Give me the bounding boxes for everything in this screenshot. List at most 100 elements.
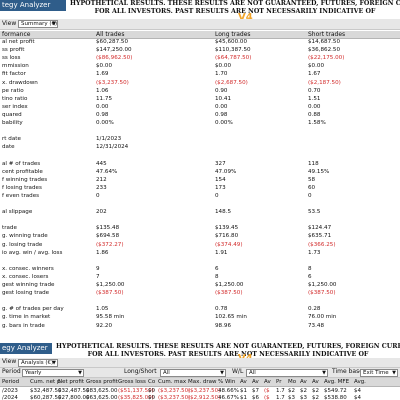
all-trades-value: ($3,237.50) <box>96 79 129 86</box>
long-trades-value: 327 <box>215 160 226 167</box>
metric-label: pe ratio <box>2 87 24 94</box>
long-trades-value: $1,250.00 <box>215 282 244 288</box>
perf-header-cell[interactable]: % Win <box>218 378 235 387</box>
perf-cell: 46.67% <box>218 395 239 400</box>
perf-header-cell[interactable]: Period <box>2 378 19 387</box>
perf-header-cell[interactable]: Av <box>252 378 259 387</box>
chevron-down-icon: ▼ <box>52 360 56 366</box>
table-row: f even trades 0 0 0 <box>0 193 400 200</box>
table-row: pe ratio 1.06 0.90 0.70 <box>0 88 400 95</box>
perf-header-cell[interactable]: Co <box>148 378 155 387</box>
all-trades-value: 0.00 <box>96 103 109 110</box>
perf-cell: 48.66% <box>218 388 239 394</box>
all-trades-value: ($86,962.50) <box>96 55 133 62</box>
long-trades-value: 0.00% <box>215 120 233 126</box>
table-row: rt date 1/1/2023 <box>0 136 400 143</box>
table-row: date 12/31/2024 <box>0 144 400 151</box>
long-trades-value: $139.45 <box>215 225 239 232</box>
summary-table-header: formance All trades Long trades Short tr… <box>0 31 400 39</box>
perf-header-cell[interactable]: Av <box>300 378 307 387</box>
metric-label: quared <box>2 111 22 118</box>
perf-header-cell[interactable]: Max. draw <box>188 378 217 387</box>
metric-label: f winning trades <box>2 176 48 183</box>
short-trades-value: $36,862.50 <box>308 47 341 54</box>
long-short-label: Long/Short <box>124 368 157 375</box>
long-trades-value: 1.70 <box>215 71 228 78</box>
table-row[interactable]: /2024 $60,287.50 $27,800.00 $63,625.00 ($35,… <box>0 395 400 400</box>
view-label: View <box>2 20 17 27</box>
perf-cell: ($ <box>264 395 270 400</box>
table-row: ser index 0.00 0.00 0.00 <box>0 104 400 111</box>
perf-header-cell[interactable]: Mo <box>288 378 296 387</box>
long-trades-value: ($64,787.50) <box>215 55 252 62</box>
short-trades-value: 76.00 min <box>308 314 337 321</box>
all-trades-value: 47.64% <box>96 168 118 175</box>
table-row: quared 0.98 0.98 0.88 <box>0 112 400 119</box>
long-trades-value: $45,600.00 <box>215 39 248 45</box>
table-row: al # of trades 445 327 118 <box>0 161 400 168</box>
all-trades-value: 1/1/2023 <box>96 136 122 143</box>
header-all-trades: All trades <box>96 31 125 38</box>
perf-header-cell[interactable]: Avg. <box>354 378 366 387</box>
table-row: al slippage 202 148.5 53.5 <box>0 209 400 216</box>
disclaimer-line-2: FOR ALL INVESTORS. PAST RESULTS ARE NOT … <box>94 8 376 15</box>
short-trades-value: 0.88 <box>308 111 321 118</box>
table-row: x. consec. winners 9 6 8 <box>0 266 400 273</box>
perf-header-cell[interactable]: Cum. net p <box>30 378 60 387</box>
perf-header-cell[interactable]: Av <box>240 378 247 387</box>
perf-cell: $1 <box>240 388 247 394</box>
short-trades-value: ($366.25) <box>308 241 336 248</box>
metric-label: ss loss <box>2 55 21 62</box>
metric-label: date <box>2 144 15 151</box>
perf-header-cell[interactable]: Net profit <box>58 378 84 387</box>
all-trades-value: 445 <box>96 160 107 167</box>
long-trades-value: 8 <box>215 273 219 280</box>
long-short-select[interactable]: All ▼ <box>160 369 226 377</box>
view-select[interactable]: Summary (€) ▼ <box>18 20 58 28</box>
perf-cell: ($2,912.50) <box>188 395 221 400</box>
view-label: View <box>2 358 17 365</box>
chevron-down-icon: ▼ <box>392 370 396 376</box>
period-select[interactable]: Yearly ▼ <box>22 369 84 377</box>
view-select[interactable]: Analysis (€) ▼ <box>18 359 58 367</box>
table-row[interactable]: /2023 $32,487.50 $32,487.50 $83,625.00 ($51,… <box>0 388 400 395</box>
win-loss-select[interactable]: All ▼ <box>246 369 328 377</box>
all-trades-value: 0.00% <box>96 120 114 126</box>
metric-label: gest losing trade <box>2 290 50 297</box>
table-row <box>0 217 400 224</box>
perf-header-cell[interactable]: Gross loss <box>118 378 146 387</box>
time-base-select[interactable]: Exit Time ▼ <box>360 369 398 377</box>
disclaimer-text: HYPOTHETICAL RESULTS. THESE RESULTS ARE … <box>70 0 400 16</box>
perf-cell: $4 <box>354 395 361 400</box>
perf-cell: $3 <box>300 395 307 400</box>
table-row: ss loss ($86,962.50) ($64,787.50) ($22,175.… <box>0 55 400 62</box>
long-trades-value: 0.98 <box>215 111 228 118</box>
perf-header-cell[interactable]: Avg. MFE <box>324 378 349 387</box>
perf-header-cell[interactable]: Av <box>312 378 319 387</box>
all-trades-value: ($387.50) <box>96 290 124 297</box>
table-row <box>0 298 400 305</box>
table-row: gest winning trade $1,250.00 $1,250.00 $1,2… <box>0 282 400 289</box>
perf-header-cell[interactable]: Cum. max <box>158 378 186 387</box>
perf-header-cell[interactable]: Gross profit <box>86 378 118 387</box>
metric-label: ser index <box>2 103 28 110</box>
perf-cell: $549.72 <box>324 388 347 394</box>
long-trades-value: ($374.49) <box>215 241 243 248</box>
short-trades-value: ($2,187.50) <box>308 79 341 86</box>
disclaimer-text: HYPOTHETICAL RESULTS. THESE RESULTS ARE … <box>56 343 400 359</box>
all-trades-value: 0 <box>96 192 100 199</box>
metric-label: g. winning trade <box>2 233 48 240</box>
table-row <box>0 201 400 208</box>
perf-header-cell[interactable]: Av <box>264 378 271 387</box>
all-trades-value: 0.98 <box>96 111 109 118</box>
long-trades-value: 148.5 <box>215 209 232 216</box>
short-trades-value: $635.71 <box>308 233 332 240</box>
perf-header-cell[interactable]: Pr <box>276 378 281 387</box>
all-trades-value: ($372.27) <box>96 241 124 248</box>
time-base-select-value: Exit Time <box>363 370 389 376</box>
table-row <box>0 152 400 159</box>
perf-cell: $0 <box>148 388 155 394</box>
chevron-down-icon: ▼ <box>52 21 56 27</box>
table-row <box>0 258 400 265</box>
metric-label: rt date <box>2 136 21 143</box>
